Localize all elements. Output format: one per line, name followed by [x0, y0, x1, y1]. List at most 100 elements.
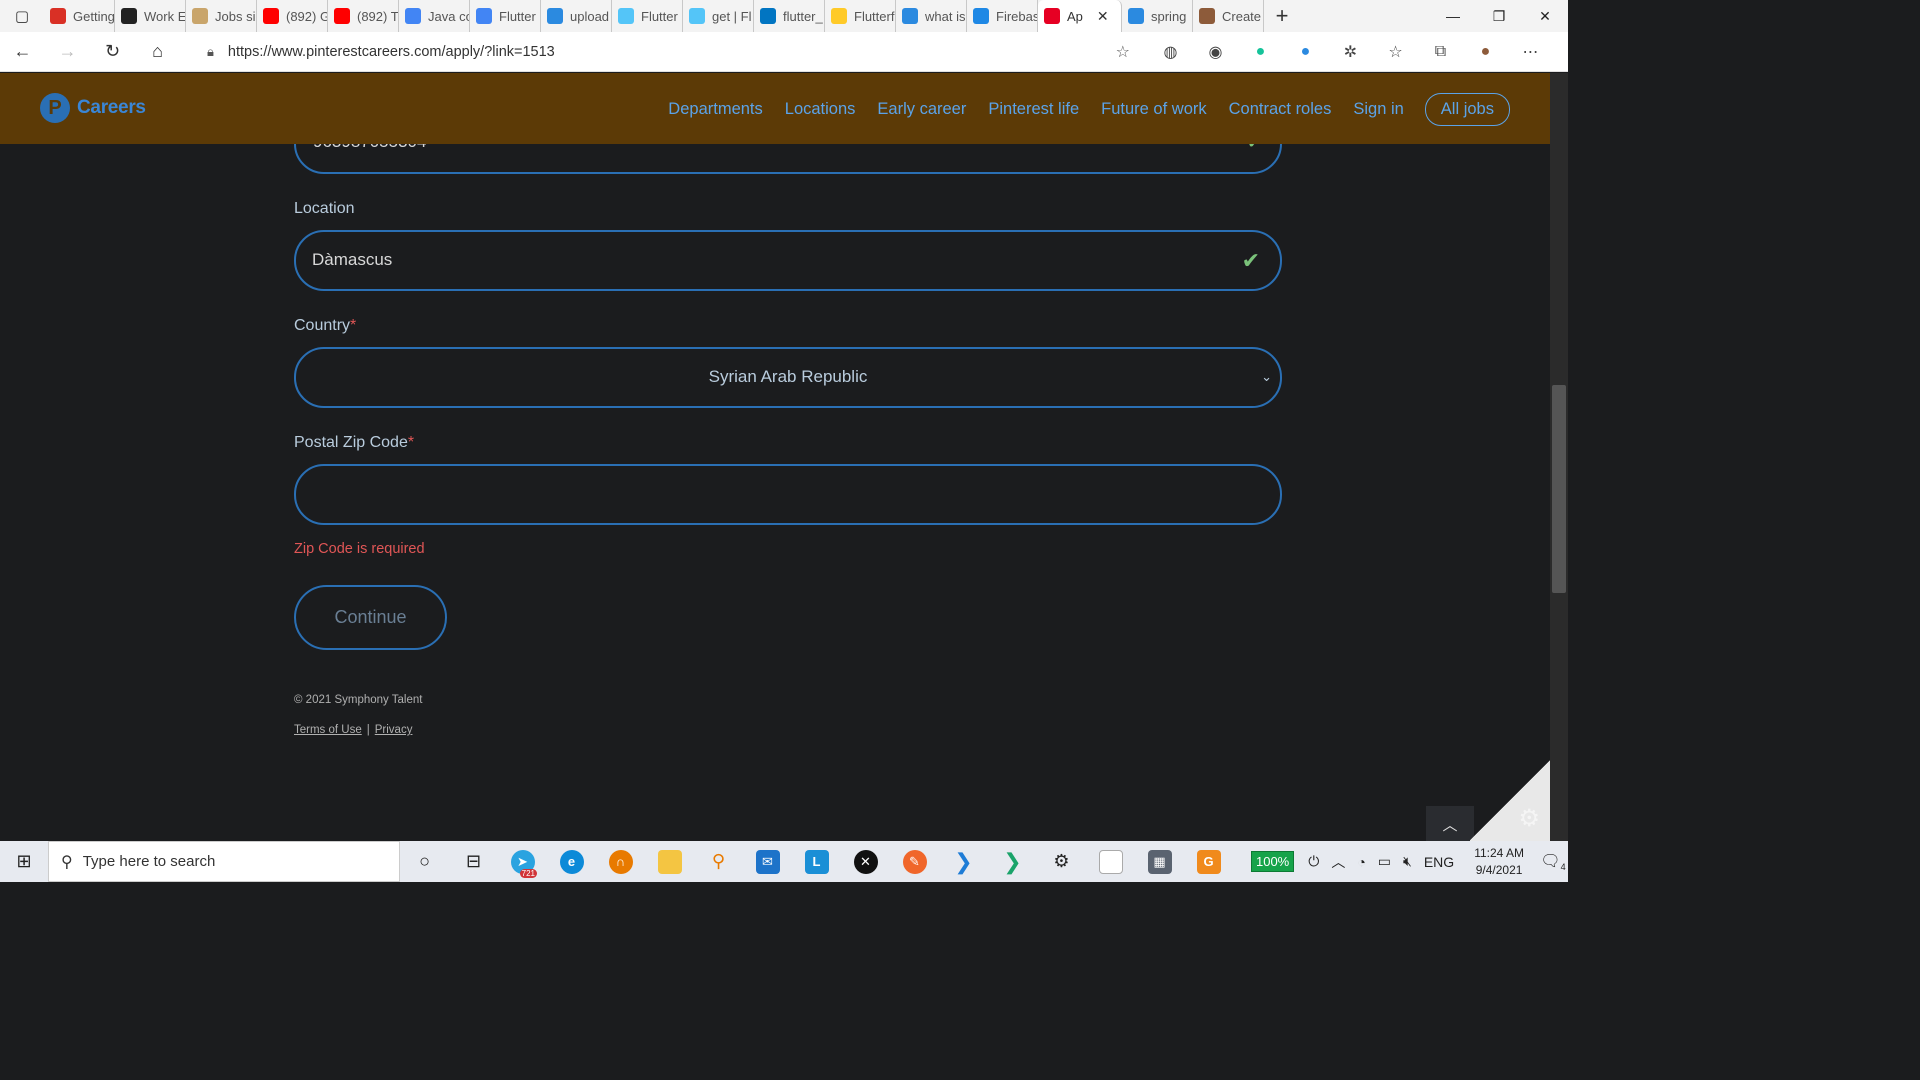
- location-input[interactable]: Dàmascus ✔: [294, 230, 1282, 291]
- checkmark-icon: ✔: [1241, 248, 1260, 273]
- close-window-icon[interactable]: ✕: [1522, 0, 1568, 32]
- power-plug-icon[interactable]: ⏻: [1308, 853, 1319, 870]
- tab-actions-icon[interactable]: ▢: [0, 0, 44, 32]
- pdf-app-icon[interactable]: G: [1184, 841, 1233, 882]
- wifi-icon[interactable]: ◔: [1357, 854, 1365, 870]
- required-asterisk: *: [350, 317, 357, 334]
- globe-icon[interactable]: ◍: [1148, 42, 1193, 62]
- profile-avatar[interactable]: ●: [1463, 43, 1508, 61]
- footer-links: Terms of Use | Privacy: [294, 724, 412, 736]
- compass-icon[interactable]: ✎: [890, 841, 939, 882]
- nav-link-contract-roles[interactable]: Contract roles: [1229, 100, 1332, 119]
- browser-tab[interactable]: Work E: [115, 0, 186, 32]
- browser-tab[interactable]: Getting: [44, 0, 115, 32]
- country-label-text: Country: [294, 317, 351, 334]
- careers-logo[interactable]: P Careers: [40, 93, 146, 123]
- language-indicator[interactable]: ENG: [1424, 854, 1454, 870]
- edge-icon[interactable]: e: [547, 841, 596, 882]
- show-hidden-icons[interactable]: ︿: [1331, 852, 1345, 872]
- browser-tab[interactable]: Java co: [399, 0, 470, 32]
- browser-tab[interactable]: spring: [1122, 0, 1193, 32]
- dart-icon: [760, 8, 776, 24]
- cortana-icon[interactable]: ○: [400, 841, 449, 882]
- terms-link[interactable]: Terms of Use: [294, 724, 362, 736]
- app-icon[interactable]: ∩: [596, 841, 645, 882]
- favorites-icon[interactable]: ☆: [1373, 42, 1418, 62]
- browser-tab[interactable]: Jobs si: [186, 0, 257, 32]
- vscode-icon[interactable]: ❯: [939, 841, 988, 882]
- search-app-icon[interactable]: ⚲: [694, 841, 743, 882]
- main-nav: Departments Locations Early career Pinteres…: [646, 93, 1510, 126]
- more-menu-icon[interactable]: ⋯: [1508, 42, 1553, 62]
- search-extension-icon[interactable]: ●: [1283, 43, 1328, 61]
- nav-link-early-career[interactable]: Early career: [877, 100, 966, 119]
- browser-tab[interactable]: get | Fl: [683, 0, 754, 32]
- url-field[interactable]: 🔒︎ https://www.pinterestcareers.com/appl…: [193, 36, 1144, 68]
- browser-tab[interactable]: Ap ✕: [1038, 0, 1122, 32]
- telegram-icon[interactable]: ➤ 721: [498, 841, 547, 882]
- link-separator: |: [366, 724, 370, 736]
- browser-tab[interactable]: upload: [541, 0, 612, 32]
- extensions-icon[interactable]: ✲: [1328, 42, 1373, 62]
- tab-label: (892) G: [286, 8, 328, 24]
- add-favorite-icon[interactable]: ☆: [1116, 42, 1130, 62]
- nav-link-locations[interactable]: Locations: [785, 100, 856, 119]
- taskbar-search[interactable]: ⚲ Type here to search: [48, 841, 400, 882]
- minimize-icon[interactable]: —: [1430, 0, 1476, 32]
- nav-link-pinterest-life[interactable]: Pinterest life: [988, 100, 1079, 119]
- vscode-insiders-icon[interactable]: ❯: [988, 841, 1037, 882]
- restore-icon[interactable]: ❐: [1476, 0, 1522, 32]
- home-icon[interactable]: ⌂: [135, 32, 180, 72]
- phone-field[interactable]: 963987055304 ✔: [294, 144, 1282, 174]
- browser-tab[interactable]: flutter_: [754, 0, 825, 32]
- browser-tab[interactable]: Flutter: [470, 0, 541, 32]
- l-app-icon[interactable]: L: [792, 841, 841, 882]
- settings-corner[interactable]: ⚙: [1470, 759, 1550, 841]
- xbox-icon[interactable]: ✕: [841, 841, 890, 882]
- grammarly-icon[interactable]: ●: [1238, 43, 1283, 61]
- clock[interactable]: 11:24 AM 9/4/2021: [1474, 845, 1524, 879]
- country-select[interactable]: Syrian Arab Republic ⌄: [294, 347, 1282, 408]
- back-icon[interactable]: ←: [0, 32, 45, 72]
- battery-indicator[interactable]: 100%: [1250, 851, 1295, 872]
- tab-label: (892) Tr: [357, 8, 399, 24]
- all-jobs-button[interactable]: All jobs: [1424, 93, 1510, 126]
- browser-tab[interactable]: (892) G: [257, 0, 328, 32]
- zip-input[interactable]: [294, 464, 1282, 525]
- refresh-icon[interactable]: ↻: [90, 32, 135, 72]
- windows-start-icon[interactable]: ⊞: [0, 841, 48, 882]
- scrollbar-thumb[interactable]: [1552, 385, 1566, 593]
- spy-extension-icon[interactable]: ◉: [1193, 42, 1238, 62]
- bing-icon: [902, 8, 918, 24]
- location-label: Location: [294, 200, 355, 218]
- settings-icon[interactable]: ⚙: [1037, 841, 1086, 882]
- new-tab-button[interactable]: +: [1264, 3, 1300, 29]
- browser-tab[interactable]: Firebas: [967, 0, 1038, 32]
- notepad-icon[interactable]: [1086, 841, 1135, 882]
- browser-tab[interactable]: Create: [1193, 0, 1264, 32]
- nav-link-future-of-work[interactable]: Future of work: [1101, 100, 1206, 119]
- volume-muted-icon[interactable]: 🔇︎: [1403, 853, 1412, 870]
- browser-tab[interactable]: Flutterf: [825, 0, 896, 32]
- calculator-icon[interactable]: ▦: [1135, 841, 1184, 882]
- lock-icon[interactable]: 🔒︎: [207, 44, 214, 60]
- page-scrollbar[interactable]: [1550, 73, 1568, 841]
- nav-link-departments[interactable]: Departments: [668, 100, 762, 119]
- scroll-to-top-button[interactable]: ︿: [1426, 806, 1474, 841]
- privacy-link[interactable]: Privacy: [375, 724, 413, 736]
- mail-icon[interactable]: ✉: [743, 841, 792, 882]
- continue-button[interactable]: Continue: [294, 585, 447, 650]
- telegram-badge: 721: [519, 869, 537, 878]
- browser-tab[interactable]: Flutter: [612, 0, 683, 32]
- battery-icon[interactable]: ▭: [1378, 853, 1391, 870]
- browser-tab[interactable]: what is: [896, 0, 967, 32]
- task-view-icon[interactable]: ⊟: [449, 841, 498, 882]
- forward-icon[interactable]: →: [45, 32, 90, 72]
- tab-label: Ap: [1067, 8, 1083, 24]
- browser-tab[interactable]: (892) Tr: [328, 0, 399, 32]
- close-tab-icon[interactable]: ✕: [1097, 8, 1109, 25]
- collections-icon[interactable]: ⧉: [1418, 43, 1463, 61]
- file-explorer-icon[interactable]: [645, 841, 694, 882]
- nav-link-sign-in[interactable]: Sign in: [1353, 100, 1403, 119]
- notifications-icon[interactable]: 🗨︎4: [1538, 851, 1568, 872]
